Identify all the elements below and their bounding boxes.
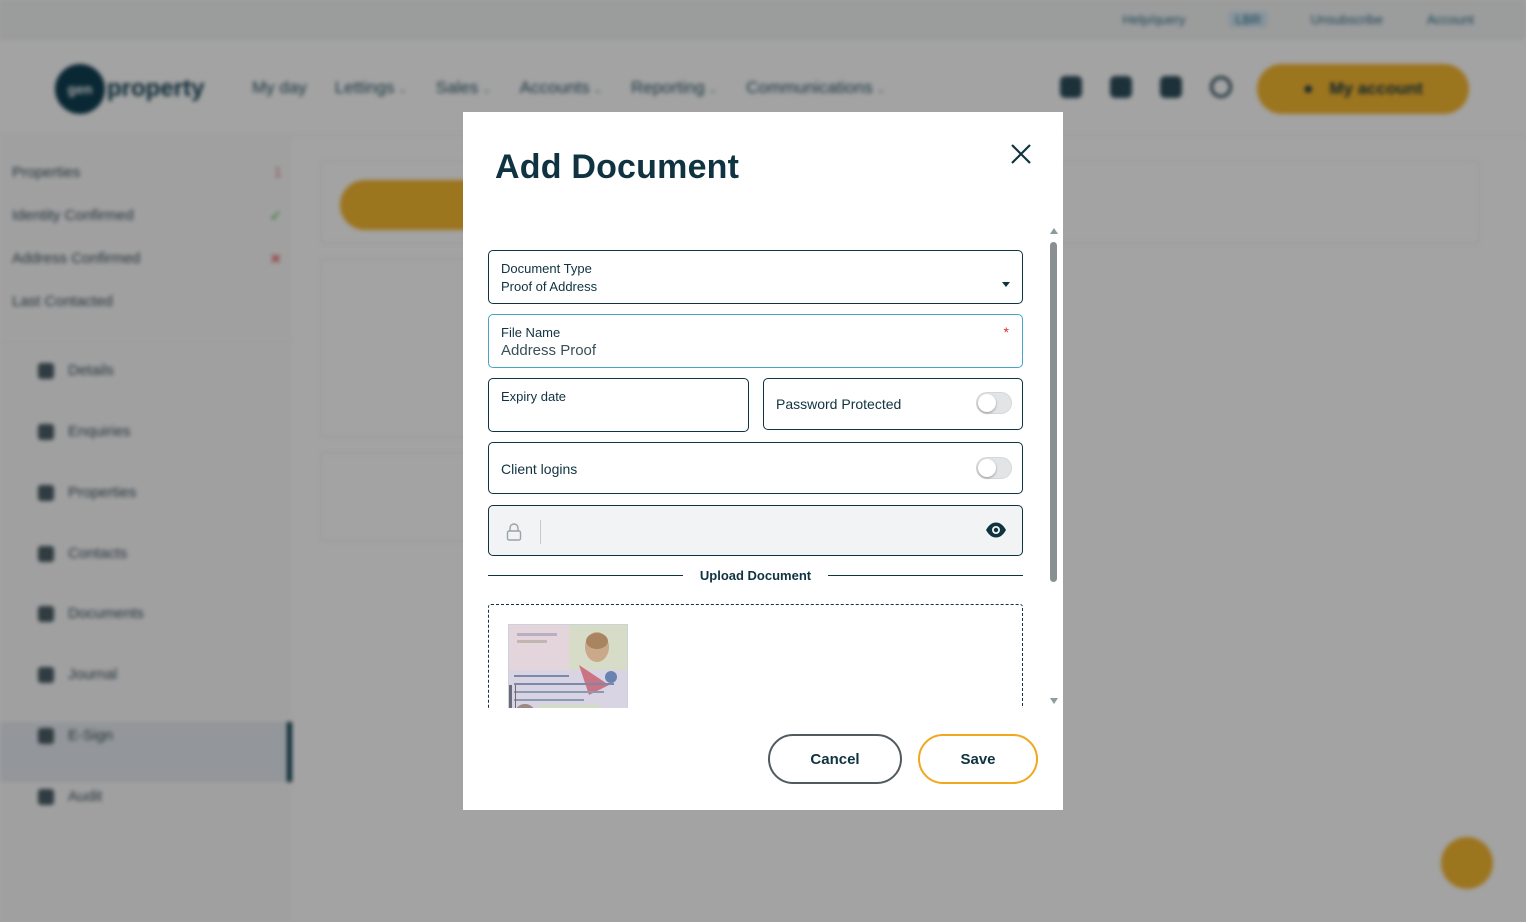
- lock-icon: [506, 523, 522, 541]
- expiry-date-label: Expiry date: [501, 389, 567, 404]
- modal-scrollbar[interactable]: [1049, 226, 1059, 706]
- scroll-down-icon[interactable]: [1050, 698, 1058, 704]
- save-button[interactable]: Save: [918, 734, 1038, 784]
- toggle-knob: [978, 459, 996, 477]
- client-logins-label: Client logins: [501, 461, 578, 477]
- close-button[interactable]: [1005, 138, 1037, 170]
- document-type-value: Proof of Address: [501, 279, 598, 294]
- client-logins-row: Client logins: [488, 442, 1023, 494]
- document-type-select[interactable]: Document Type Proof of Address: [488, 250, 1023, 304]
- file-name-label: File Name: [501, 325, 561, 340]
- input-divider: [540, 520, 541, 544]
- expiry-date-field[interactable]: Expiry date: [488, 378, 749, 432]
- scroll-up-icon[interactable]: [1050, 228, 1058, 234]
- eye-icon[interactable]: [985, 521, 1007, 539]
- modal-title: Add Document: [495, 148, 740, 186]
- password-protected-label: Password Protected: [776, 396, 902, 412]
- toggle-knob: [978, 394, 996, 412]
- modal-scroll-area: Document Type Proof of Address File Name…: [488, 232, 1048, 708]
- uploaded-document-thumbnail[interactable]: [508, 624, 628, 708]
- upload-dropzone[interactable]: [488, 604, 1023, 708]
- required-mark: *: [1003, 324, 1009, 340]
- password-protected-row: Password Protected: [763, 378, 1023, 430]
- file-name-value: Address Proof: [501, 342, 597, 359]
- document-type-label: Document Type: [501, 261, 592, 276]
- close-icon: [1011, 144, 1031, 164]
- cancel-button[interactable]: Cancel: [768, 734, 902, 784]
- add-document-modal: Add Document Document Type Proof of Addr…: [463, 112, 1063, 810]
- password-input[interactable]: [488, 505, 1023, 556]
- upload-document-title: Upload Document: [699, 568, 812, 583]
- dropdown-caret-icon: [1002, 282, 1010, 287]
- password-protected-toggle[interactable]: [976, 392, 1012, 414]
- document-preview-image: [509, 625, 627, 708]
- scrollbar-thumb[interactable]: [1050, 242, 1057, 582]
- file-name-field[interactable]: File Name * Address Proof: [488, 314, 1023, 368]
- client-logins-toggle[interactable]: [976, 457, 1012, 479]
